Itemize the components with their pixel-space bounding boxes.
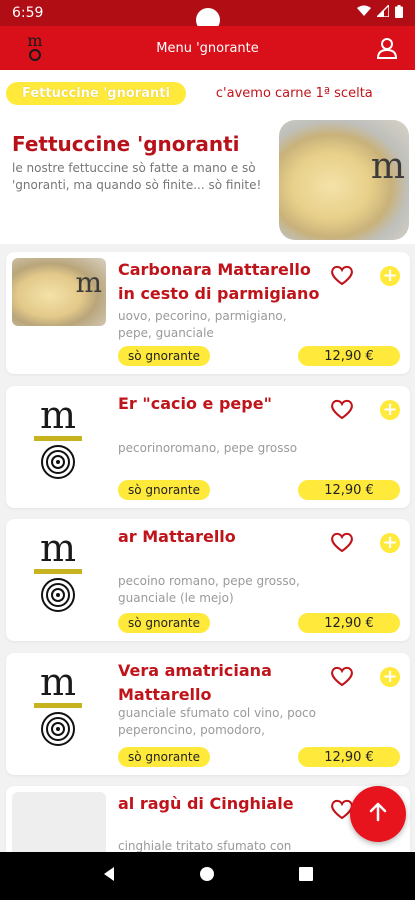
user-icon[interactable] bbox=[375, 36, 399, 60]
item-badge: sò gnorante bbox=[118, 613, 210, 633]
signal-icon bbox=[375, 3, 390, 21]
mattarello-logo[interactable]: m bbox=[22, 30, 48, 64]
add-button[interactable]: + bbox=[380, 266, 400, 286]
item-name: al ragù di Cinghiale bbox=[118, 794, 294, 813]
item-ingredients: pecoino romano, pepe grosso, guanciale (… bbox=[118, 574, 300, 605]
tab-fettuccine[interactable]: Fettuccine 'gnoranti bbox=[6, 81, 186, 105]
menu-item-card[interactable]: m Carbonara Mattarello in cesto di parmi… bbox=[6, 252, 410, 374]
arrow-up-icon bbox=[366, 800, 390, 828]
menu-item-card[interactable]: m Er "cacio e pepe" pecorinoromano, pepe… bbox=[6, 386, 410, 508]
item-name: ar Mattarello bbox=[118, 527, 236, 546]
back-icon[interactable] bbox=[101, 866, 117, 886]
heart-icon[interactable] bbox=[330, 264, 354, 286]
item-price: 12,90 € bbox=[298, 613, 400, 633]
item-name: Vera amatriciana Mattarello bbox=[118, 661, 272, 704]
add-button[interactable]: + bbox=[380, 533, 400, 553]
item-price: 12,90 € bbox=[298, 747, 400, 767]
tab-carne[interactable]: c'avemo carne 1ª scelta bbox=[216, 86, 373, 101]
add-button[interactable]: + bbox=[380, 400, 400, 420]
status-time: 6:59 bbox=[12, 5, 44, 21]
app-header: m Menu 'gnorante bbox=[0, 26, 415, 70]
item-image: m bbox=[12, 392, 106, 488]
battery-icon bbox=[395, 4, 403, 22]
item-image: m bbox=[12, 258, 106, 326]
heart-icon[interactable] bbox=[330, 398, 354, 420]
category-description: le nostre fettuccine sò fatte a mano e s… bbox=[12, 161, 262, 192]
system-nav-bar bbox=[0, 852, 415, 900]
category-title: Fettuccine 'gnoranti bbox=[12, 132, 240, 156]
add-button[interactable]: + bbox=[380, 667, 400, 687]
item-ingredients: pecorinoromano, pepe grosso bbox=[118, 441, 298, 455]
item-badge: sò gnorante bbox=[118, 346, 210, 366]
heart-icon[interactable] bbox=[330, 665, 354, 687]
menu-item-card[interactable]: m ar Mattarello pecoino romano, pepe gro… bbox=[6, 519, 410, 641]
item-name: Er "cacio e pepe" bbox=[118, 394, 272, 413]
item-ingredients: guanciale sfumato col vino, poco peperon… bbox=[118, 706, 316, 737]
category-header: Fettuccine 'gnoranti le nostre fettuccin… bbox=[0, 116, 415, 244]
category-image: m bbox=[279, 120, 409, 240]
item-image: m bbox=[12, 525, 106, 621]
status-icons bbox=[357, 3, 403, 22]
item-badge: sò gnorante bbox=[118, 747, 210, 767]
scroll-top-button[interactable] bbox=[350, 786, 406, 842]
heart-icon[interactable] bbox=[330, 531, 354, 553]
home-icon[interactable] bbox=[199, 866, 215, 886]
item-image: m bbox=[12, 659, 106, 755]
status-bar: 6:59 bbox=[0, 0, 415, 32]
item-ingredients: uovo, pecorino, parmigiano, pepe, guanci… bbox=[118, 309, 287, 340]
menu-item-card[interactable]: m Vera amatriciana Mattarello guanciale … bbox=[6, 653, 410, 775]
recents-icon[interactable] bbox=[298, 866, 314, 886]
item-name: Carbonara Mattarello in cesto di parmigi… bbox=[118, 260, 320, 303]
item-badge: sò gnorante bbox=[118, 480, 210, 500]
header-title: Menu 'gnorante bbox=[156, 40, 259, 56]
category-tabs: Fettuccine 'gnoranti c'avemo carne 1ª sc… bbox=[0, 70, 415, 116]
item-price: 12,90 € bbox=[298, 480, 400, 500]
wifi-icon bbox=[357, 5, 371, 21]
item-price: 12,90 € bbox=[298, 346, 400, 366]
